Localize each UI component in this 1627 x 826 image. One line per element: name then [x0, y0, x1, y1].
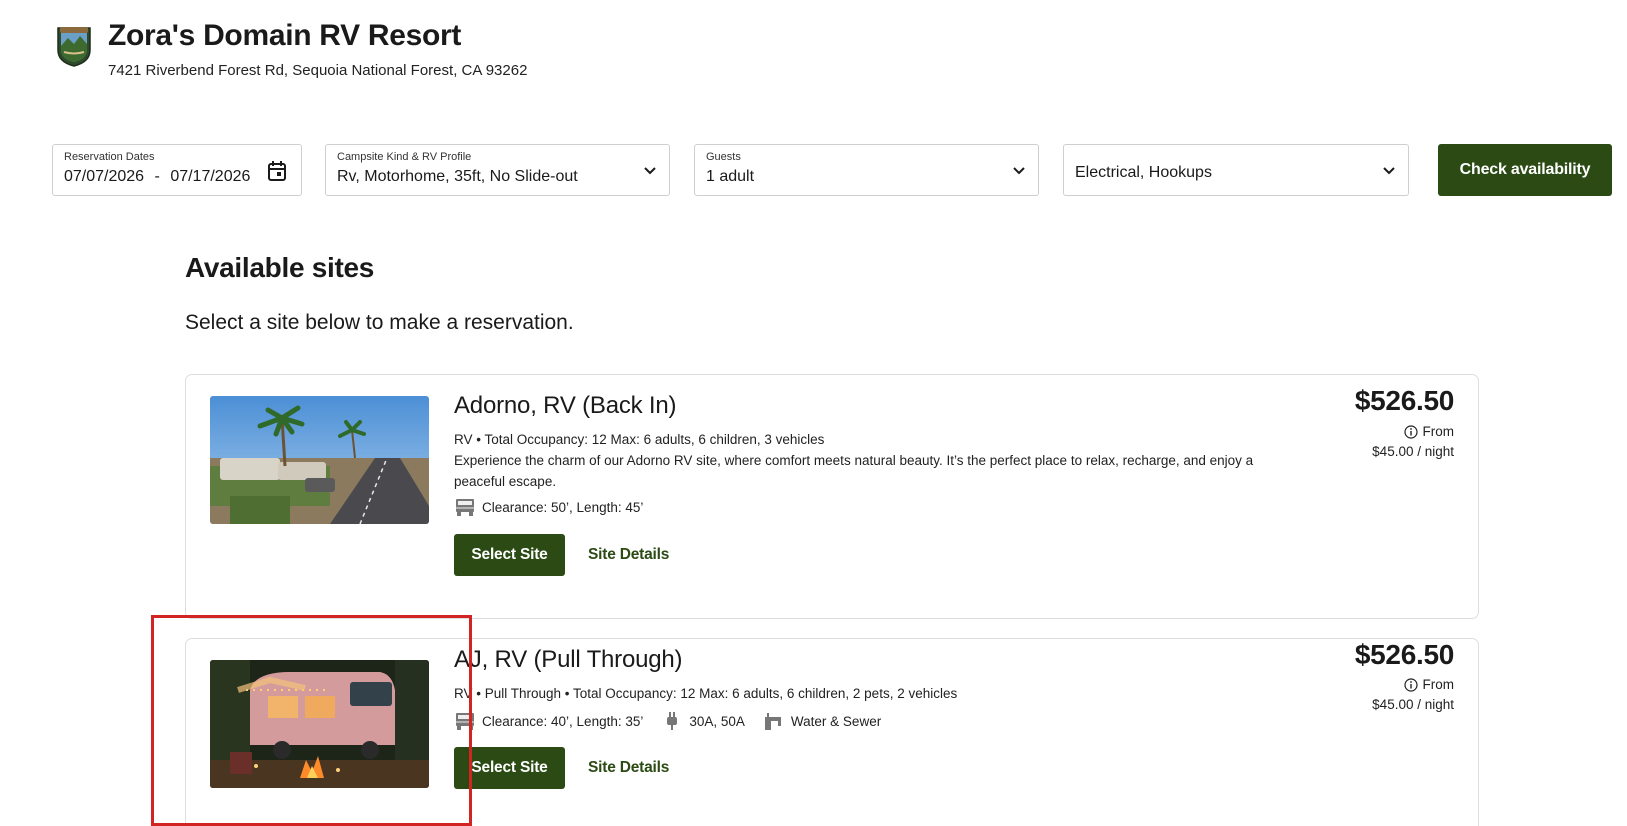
- chevron-down-icon: [1013, 167, 1025, 175]
- water-text: Water & Sewer: [790, 713, 882, 729]
- site-card: Adorno, RV (Back In) RV • Total Occupanc…: [185, 374, 1479, 619]
- price-from-label: From: [1422, 424, 1455, 439]
- price-from: From: [1403, 424, 1455, 439]
- site-photo[interactable]: [210, 396, 429, 524]
- calendar-icon[interactable]: [267, 160, 287, 182]
- price-per-night: $45.00 / night: [1372, 444, 1454, 459]
- site-price: $526.50: [1354, 385, 1454, 416]
- reservation-dates-label: Reservation Dates: [64, 151, 155, 163]
- chevron-down-icon: [1383, 167, 1395, 175]
- guests-value: 1 adult: [706, 168, 755, 185]
- site-amenities: Clearance: 40’, Length: 35’ 30A, 50A Wat…: [454, 711, 899, 731]
- highlight-box: [151, 615, 472, 826]
- guests-label: Guests: [706, 151, 741, 163]
- site-details-link[interactable]: Site Details: [588, 759, 669, 777]
- plug-icon: [667, 712, 678, 730]
- clearance-amenity: Clearance: 50’, Length: 45’: [454, 497, 643, 517]
- price-from: From: [1403, 677, 1455, 692]
- date-separator: -: [154, 168, 160, 185]
- site-amenities: Clearance: 50’, Length: 45’: [454, 497, 661, 517]
- site-name[interactable]: Adorno, RV (Back In): [454, 392, 677, 420]
- site-price: $526.50: [1354, 639, 1454, 670]
- amenities-select[interactable]: Electrical, Hookups: [1063, 144, 1409, 196]
- chevron-down-icon: [644, 167, 656, 175]
- site-description: Experience the charm of our Adorno RV si…: [454, 453, 1254, 489]
- check-availability-button[interactable]: Check availability: [1438, 144, 1612, 196]
- site-details-link[interactable]: Site Details: [588, 546, 669, 564]
- campsite-kind-select[interactable]: Campsite Kind & RV Profile Rv, Motorhome…: [325, 144, 670, 196]
- water-amenity: Water & Sewer: [763, 711, 881, 731]
- clearance-amenity: Clearance: 40’, Length: 35’: [454, 711, 643, 731]
- electric-amenity: 30A, 50A: [661, 711, 745, 731]
- available-sites-subtitle: Select a site below to make a reservatio…: [185, 311, 574, 334]
- date-start: 07/07/2026: [64, 168, 145, 185]
- select-site-button[interactable]: Select Site: [454, 534, 565, 576]
- resort-address: 7421 Riverbend Forest Rd, Sequoia Nation…: [108, 62, 528, 79]
- resort-logo: [52, 24, 96, 68]
- resort-name: Zora's Domain RV Resort: [108, 19, 462, 52]
- guests-select[interactable]: Guests 1 adult: [694, 144, 1039, 196]
- info-icon[interactable]: [1403, 677, 1418, 692]
- info-icon[interactable]: [1403, 424, 1418, 439]
- reservation-dates-value: 07/07/2026 - 07/17/2026: [64, 167, 290, 187]
- site-meta: RV • Pull Through • Total Occupancy: 12 …: [454, 686, 958, 701]
- reservation-dates-field[interactable]: Reservation Dates 07/07/2026 - 07/17/202…: [52, 144, 302, 196]
- clearance-text: Clearance: 50’, Length: 45’: [482, 499, 644, 515]
- rv-icon: [456, 499, 474, 516]
- clearance-text: Clearance: 40’, Length: 35’: [482, 713, 644, 729]
- available-sites-heading: Available sites: [185, 252, 375, 283]
- date-end: 07/17/2026: [170, 168, 251, 185]
- electric-text: 30A, 50A: [689, 713, 745, 729]
- water-sewer-icon: [764, 713, 781, 730]
- campsite-kind-value: Rv, Motorhome, 35ft, No Slide-out: [337, 168, 578, 185]
- campsite-kind-label: Campsite Kind & RV Profile: [337, 151, 472, 163]
- price-per-night: $45.00 / night: [1372, 697, 1454, 712]
- site-name[interactable]: AJ, RV (Pull Through): [454, 646, 683, 674]
- site-meta: RV • Total Occupancy: 12 Max: 6 adults, …: [454, 432, 825, 447]
- price-from-label: From: [1422, 677, 1455, 692]
- resort-header: Zora's Domain RV Resort 7421 Riverbend F…: [52, 18, 527, 79]
- amenities-value: Electrical, Hookups: [1075, 164, 1212, 181]
